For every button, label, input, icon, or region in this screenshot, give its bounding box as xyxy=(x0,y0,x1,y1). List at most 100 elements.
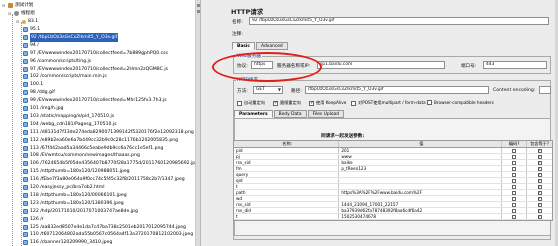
checkbox-checked-icon[interactable] xyxy=(537,148,542,154)
column-header-value[interactable]: 值 xyxy=(339,141,503,147)
param-name[interactable]: rsv_sid xyxy=(234,160,340,165)
checkbox-icon[interactable] xyxy=(512,167,517,171)
tab-files-upload[interactable]: Files Upload xyxy=(307,110,344,118)
column-header-include-equals[interactable]: 包含等于? xyxy=(527,141,552,147)
param-value[interactable] xyxy=(339,196,503,201)
encode-cell[interactable] xyxy=(502,214,528,219)
encode-cell[interactable] xyxy=(502,196,528,201)
tree-node-request[interactable]: 116 /cbanner120209990_3410.jpeg xyxy=(23,238,112,246)
checkbox-checked-icon[interactable] xyxy=(537,166,542,172)
encoding-field[interactable] xyxy=(539,86,551,94)
server-field[interactable]: sp1.baidu.com xyxy=(317,61,445,69)
param-value[interactable]: 1502530474678 xyxy=(339,214,503,219)
method-select[interactable]: GET ▼ xyxy=(253,86,283,94)
checkbox-icon[interactable] xyxy=(512,149,517,153)
collapse-icon[interactable]: ⊟ xyxy=(16,17,21,26)
encode-cell[interactable] xyxy=(502,160,528,165)
follow-redirects-checkbox[interactable]: 跟随重定向 xyxy=(273,100,301,106)
checkbox-checked-icon[interactable] xyxy=(537,208,542,214)
keepalive-checkbox[interactable]: 使用 KeepAlive xyxy=(309,100,346,106)
param-name[interactable]: pid xyxy=(234,148,340,153)
checkbox-checked-icon[interactable] xyxy=(537,196,542,202)
param-value[interactable]: baike xyxy=(339,160,503,165)
param-name[interactable]: fm xyxy=(234,166,340,171)
checkbox-icon[interactable] xyxy=(351,100,356,106)
param-value[interactable] xyxy=(339,172,503,177)
encode-cell[interactable] xyxy=(502,154,528,159)
param-name[interactable]: path xyxy=(234,190,340,195)
checkbox-checked-icon[interactable] xyxy=(537,172,542,178)
column-header-name[interactable]: 名称: xyxy=(234,141,340,147)
tab-body-data[interactable]: Body Data xyxy=(273,110,307,118)
include-equals-cell[interactable] xyxy=(527,190,552,196)
param-value[interactable]: ba37939d62fa78748392f8aa6cdf6a42 xyxy=(339,208,503,213)
param-name[interactable]: t xyxy=(234,184,340,189)
collapse-icon[interactable]: ⊟ xyxy=(2,1,7,10)
param-name[interactable]: query xyxy=(234,172,340,177)
multipart-checkbox[interactable]: 对POST使用multipart / form-data xyxy=(351,100,426,106)
param-value[interactable]: www xyxy=(339,154,503,159)
checkbox-icon[interactable] xyxy=(512,209,517,213)
param-name[interactable]: t xyxy=(234,214,340,219)
param-name[interactable]: qid xyxy=(234,178,340,183)
checkbox-checked-icon[interactable] xyxy=(537,160,542,166)
checkbox-icon[interactable] xyxy=(512,215,517,219)
include-equals-cell[interactable] xyxy=(527,208,552,214)
encode-cell[interactable] xyxy=(502,178,528,183)
include-equals-cell[interactable] xyxy=(527,166,552,172)
tab-basic[interactable]: Basic xyxy=(232,42,256,50)
browser-headers-checkbox[interactable]: Browser-compatible headers xyxy=(427,100,494,105)
checkbox-checked-icon[interactable] xyxy=(309,100,314,106)
port-field[interactable]: 443 xyxy=(483,61,547,69)
include-equals-cell[interactable] xyxy=(527,184,552,190)
checkbox-icon[interactable] xyxy=(427,100,432,105)
include-equals-cell[interactable] xyxy=(527,154,552,160)
checkbox-icon[interactable] xyxy=(512,191,517,195)
encode-cell[interactable] xyxy=(502,202,528,207)
collapse-icon[interactable]: ⊟ xyxy=(8,9,13,18)
param-value[interactable]: 201 xyxy=(339,148,503,153)
encode-cell[interactable] xyxy=(502,190,528,195)
include-equals-cell[interactable] xyxy=(527,172,552,178)
encode-cell[interactable] xyxy=(502,172,528,177)
param-value[interactable] xyxy=(339,184,503,189)
splitter-arrow-icon[interactable] xyxy=(197,4,200,7)
include-equals-cell[interactable] xyxy=(527,160,552,166)
checkbox-checked-icon[interactable] xyxy=(537,154,542,160)
checkbox-checked-icon[interactable] xyxy=(537,184,542,190)
checkbox-icon[interactable] xyxy=(512,173,517,177)
encode-cell[interactable] xyxy=(502,208,528,213)
checkbox-icon[interactable] xyxy=(512,197,517,201)
param-name[interactable]: wd xyxy=(234,196,340,201)
test-plan-tree[interactable]: ⊟ 测试计划 ⊟ 线程组 ⊟ 83.1 95.1 92 /tbpUzOz3sGsC… xyxy=(0,0,196,246)
checkbox-checked-icon[interactable] xyxy=(537,214,542,220)
splitter-arrow-icon[interactable] xyxy=(197,10,200,13)
include-equals-cell[interactable] xyxy=(527,148,552,154)
param-name[interactable]: pj xyxy=(234,154,340,159)
param-name[interactable]: rsv_did xyxy=(234,208,340,213)
checkbox-icon[interactable] xyxy=(512,161,517,165)
path-field[interactable]: /tbpUzOz3sGsCsZlkmit5_Y_O3v.gif xyxy=(305,86,489,94)
param-value[interactable] xyxy=(339,178,503,183)
redirect-auto-checkbox[interactable]: 自动重定向 xyxy=(237,100,265,106)
encode-cell[interactable] xyxy=(502,148,528,153)
include-equals-cell[interactable] xyxy=(527,214,552,220)
checkbox-checked-icon[interactable] xyxy=(537,190,542,196)
checkbox-icon[interactable] xyxy=(512,179,517,183)
include-equals-cell[interactable] xyxy=(527,202,552,208)
include-equals-cell[interactable] xyxy=(527,178,552,184)
tab-advanced[interactable]: Advanced xyxy=(256,42,288,50)
include-equals-cell[interactable] xyxy=(527,196,552,202)
encode-cell[interactable] xyxy=(502,184,528,189)
encode-cell[interactable] xyxy=(502,166,528,171)
param-value[interactable]: https%3A%2F%2Fwww.baidu.com%2F xyxy=(339,190,503,195)
checkbox-icon[interactable] xyxy=(512,203,517,207)
param-value[interactable]: 1444_21094_17001_22157 xyxy=(339,202,503,207)
checkbox-icon[interactable] xyxy=(512,155,517,159)
table-row[interactable]: t 1502530474678 xyxy=(234,214,552,220)
checkbox-checked-icon[interactable] xyxy=(537,178,542,184)
checkbox-checked-icon[interactable] xyxy=(537,202,542,208)
param-name[interactable]: rsv_sid xyxy=(234,202,340,207)
checkbox-icon[interactable] xyxy=(512,185,517,189)
name-field[interactable]: 92 /tbpUzOz3sGsCsZlkmit5_Y_O3v.gif xyxy=(249,17,549,25)
